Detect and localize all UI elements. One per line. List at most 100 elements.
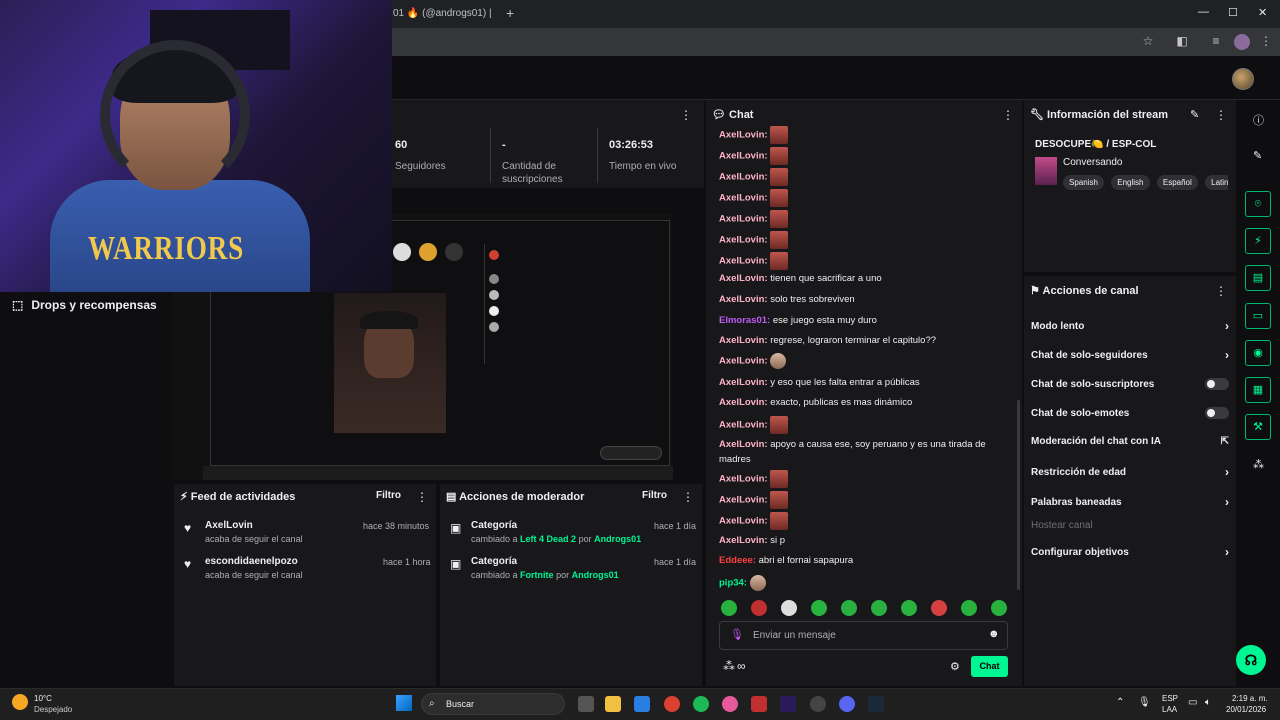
task-view-icon[interactable] bbox=[578, 696, 594, 712]
start-icon[interactable] bbox=[396, 695, 412, 711]
chat-username[interactable]: AxelLovin: bbox=[719, 151, 768, 162]
chat-username[interactable]: AxelLovin: bbox=[719, 256, 768, 267]
action-goals[interactable]: Configurar objetivos › bbox=[1031, 545, 1229, 559]
emote-icon[interactable] bbox=[751, 600, 767, 616]
channel-points-icon[interactable]: ⁂ bbox=[723, 659, 735, 673]
chat-username[interactable]: pip34: bbox=[719, 578, 747, 589]
chat-scrollbar[interactable] bbox=[1017, 400, 1020, 590]
app-icon[interactable] bbox=[722, 696, 738, 712]
tag[interactable]: English bbox=[1111, 175, 1150, 190]
emote-icon[interactable] bbox=[871, 600, 887, 616]
chat-username[interactable]: AxelLovin: bbox=[719, 214, 768, 225]
tools-button[interactable]: ⚒ bbox=[1245, 414, 1271, 440]
chat-emote-icon[interactable] bbox=[770, 210, 789, 228]
stream-info-menu-icon[interactable]: ⋮ bbox=[1215, 108, 1227, 122]
chat-username[interactable]: AxelLovin: bbox=[719, 474, 768, 485]
emote-icon[interactable] bbox=[721, 600, 737, 616]
chat-username[interactable]: AxelLovin: bbox=[719, 335, 768, 346]
layout-button[interactable]: ▦ bbox=[1245, 377, 1271, 403]
chat-username[interactable]: AxelLovin: bbox=[719, 235, 768, 246]
extensions-icon[interactable]: ◧ bbox=[1174, 34, 1190, 50]
mod-category-value[interactable]: Left 4 Dead 2 bbox=[520, 534, 576, 544]
notes-button[interactable]: ▤ bbox=[1245, 265, 1271, 291]
volume-icon[interactable]: 🔈︎ bbox=[1205, 697, 1211, 708]
chat-username[interactable]: Elmoras01: bbox=[719, 315, 770, 326]
spotify-icon[interactable] bbox=[693, 696, 709, 712]
action-subs-only[interactable]: Chat de solo-suscriptores bbox=[1031, 378, 1229, 390]
lang-1[interactable]: ESP bbox=[1162, 694, 1178, 703]
browser-tab-title[interactable]: 01 🔥 (@androgs01) | bbox=[393, 8, 492, 19]
chat-emote-icon[interactable] bbox=[770, 470, 789, 488]
chat-rail-button[interactable]: ▭ bbox=[1245, 303, 1271, 329]
media-icon[interactable]: ≡ bbox=[1208, 34, 1224, 50]
tray-mic-icon[interactable]: 🎙︎ bbox=[1138, 697, 1151, 708]
tag[interactable]: Español bbox=[1156, 175, 1198, 190]
stats-menu-icon[interactable]: ⋮ bbox=[680, 108, 692, 122]
action-age-restriction[interactable]: Restricción de edad › bbox=[1031, 465, 1229, 479]
chat-emote-icon[interactable] bbox=[770, 512, 789, 530]
chat-username[interactable]: Eddeee: bbox=[719, 555, 756, 566]
emote-icon[interactable] bbox=[781, 600, 797, 616]
chat-username[interactable]: AxelLovin: bbox=[719, 397, 768, 408]
drops-nav-item[interactable]: ⬚ Drops y recompensas bbox=[12, 298, 157, 312]
tag[interactable]: Spanish bbox=[1063, 175, 1104, 190]
feed-user[interactable]: escondidaenelpozo bbox=[205, 556, 298, 567]
chat-username[interactable]: AxelLovin: bbox=[719, 516, 768, 527]
mod-category-value[interactable]: Fortnite bbox=[520, 570, 554, 580]
weather-icon[interactable] bbox=[12, 694, 28, 710]
chat-username[interactable]: AxelLovin: bbox=[719, 495, 768, 506]
chat-emote-icon[interactable] bbox=[770, 147, 789, 165]
emote-only-toggle[interactable] bbox=[1205, 407, 1229, 419]
chat-username[interactable]: AxelLovin: bbox=[719, 377, 768, 388]
feed-menu-icon[interactable]: ⋮ bbox=[416, 490, 428, 504]
action-followers-only[interactable]: Chat de solo-seguidores › bbox=[1031, 348, 1229, 362]
chat-input[interactable]: 🎙︎ Enviar un mensaje ☻ bbox=[719, 621, 1008, 650]
chat-username[interactable]: AxelLovin: bbox=[719, 172, 768, 183]
user-avatar[interactable] bbox=[1232, 68, 1254, 90]
chat-emote-icon[interactable] bbox=[770, 416, 789, 434]
chat-username[interactable]: AxelLovin: bbox=[719, 193, 768, 204]
subs-only-toggle[interactable] bbox=[1205, 378, 1229, 390]
tray-chevron-icon[interactable]: ⌃ bbox=[1116, 697, 1124, 708]
chat-emote-icon[interactable] bbox=[749, 575, 766, 591]
chat-emote-icon[interactable] bbox=[770, 168, 789, 186]
capcut-icon[interactable] bbox=[751, 696, 767, 712]
chat-emote-icon[interactable] bbox=[770, 126, 789, 144]
points-icon[interactable]: ⁂ bbox=[1253, 458, 1264, 471]
taskbar-search[interactable]: ⌕ Buscar bbox=[421, 693, 565, 715]
close-window-button[interactable]: ✕ bbox=[1258, 6, 1267, 19]
chat-emote-icon[interactable] bbox=[770, 353, 787, 369]
premiere-icon[interactable] bbox=[780, 696, 796, 712]
info-icon[interactable]: ⓘ bbox=[1253, 112, 1264, 128]
clip-button[interactable]: ⌾ bbox=[1245, 191, 1271, 217]
chrome-icon[interactable] bbox=[664, 696, 680, 712]
mod-menu-icon[interactable]: ⋮ bbox=[682, 490, 694, 504]
network-icon[interactable]: ▭ bbox=[1188, 697, 1197, 708]
edit-pencil-icon[interactable]: ✎ bbox=[1190, 108, 1199, 121]
profile-icon[interactable] bbox=[1234, 34, 1250, 50]
microphone-icon[interactable]: 🎙︎ bbox=[730, 628, 744, 641]
emote-icon[interactable] bbox=[931, 600, 947, 616]
obs-icon[interactable] bbox=[810, 696, 826, 712]
discord-icon[interactable] bbox=[839, 696, 855, 712]
emoji-icon[interactable]: ☻ bbox=[988, 628, 1000, 640]
edit-icon[interactable]: ✎ bbox=[1253, 149, 1262, 162]
chat-username[interactable]: AxelLovin: bbox=[719, 273, 768, 284]
chat-username[interactable]: AxelLovin: bbox=[719, 535, 768, 546]
chat-username[interactable]: AxelLovin: bbox=[719, 294, 768, 305]
tag[interactable]: Latin bbox=[1205, 175, 1228, 190]
emote-icon[interactable] bbox=[901, 600, 917, 616]
broadcast-button[interactable]: ◉ bbox=[1245, 340, 1271, 366]
emote-icon[interactable] bbox=[811, 600, 827, 616]
minimize-button[interactable]: — bbox=[1198, 6, 1209, 18]
chat-emote-icon[interactable] bbox=[770, 491, 789, 509]
chat-username[interactable]: AxelLovin: bbox=[719, 356, 768, 367]
browser-menu-icon[interactable]: ⋮ bbox=[1258, 34, 1274, 50]
channel-actions-menu-icon[interactable]: ⋮ bbox=[1215, 284, 1227, 298]
emote-icon[interactable] bbox=[991, 600, 1007, 616]
new-tab-button[interactable]: + bbox=[506, 5, 514, 21]
lang-2[interactable]: LAA bbox=[1162, 705, 1177, 714]
action-slow-mode[interactable]: Modo lento › bbox=[1031, 319, 1229, 333]
send-chat-button[interactable]: Chat bbox=[971, 656, 1008, 677]
chat-emote-icon[interactable] bbox=[770, 252, 789, 270]
